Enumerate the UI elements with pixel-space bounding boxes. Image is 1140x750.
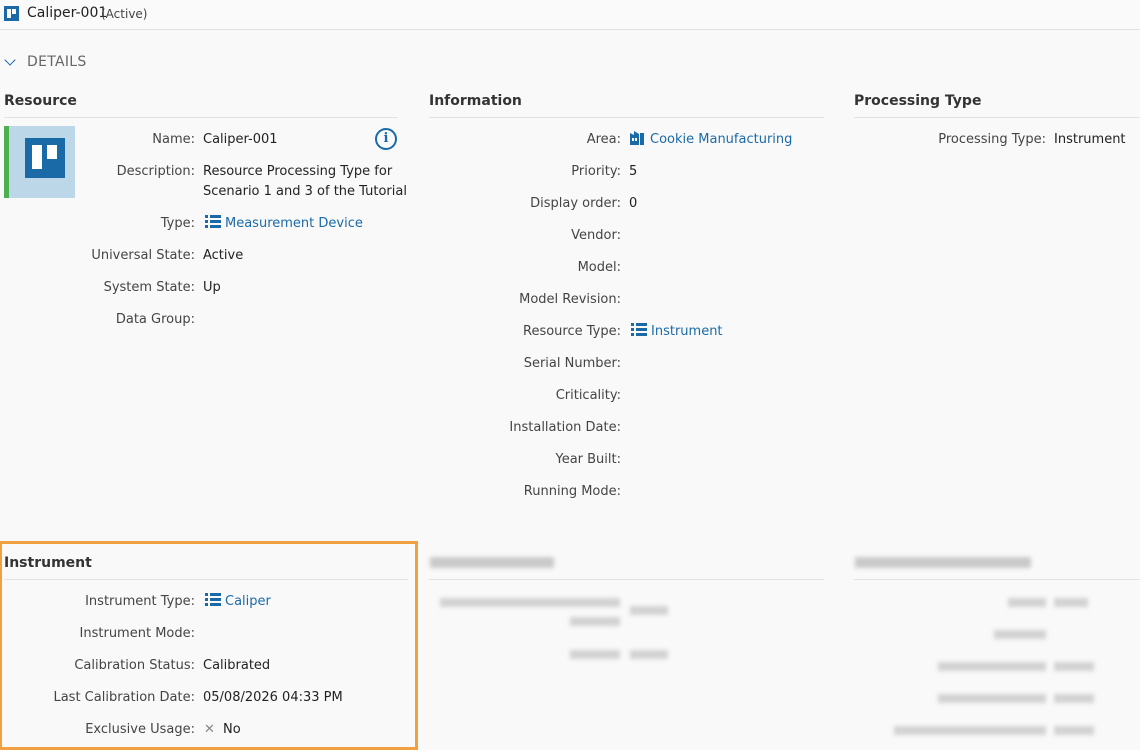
blurred-text [1054, 598, 1088, 607]
priority-row: Priority: 5 [429, 163, 829, 181]
running-mode-label: Running Mode: [523, 484, 621, 499]
universal-state-label: Universal State: [91, 248, 195, 263]
data-group-label: Data Group: [115, 312, 195, 327]
serial-number-row: Serial Number: [429, 355, 829, 373]
resource-name-row: Name: Caliper-001 [0, 131, 400, 149]
blurred-text [1054, 662, 1094, 671]
running-mode-row: Running Mode: [429, 483, 829, 501]
instrument-mode-row: Instrument Mode: [0, 625, 410, 643]
last-calibration-value: 05/08/2026 04:33 PM [203, 690, 343, 705]
blurred-text [630, 606, 668, 615]
description-label: Description: [116, 164, 195, 179]
name-label: Name: [152, 132, 195, 147]
resource-type-label: Resource Type: [523, 324, 621, 339]
system-state-value: Up [203, 280, 221, 295]
type-row: Type: Measurement Device [0, 215, 400, 233]
instrument-type-value: Caliper [225, 594, 271, 609]
vendor-row: Vendor: [429, 227, 829, 245]
exclusive-usage-row: Exclusive Usage: ✕ No [0, 721, 410, 739]
installation-date-row: Installation Date: [429, 419, 829, 437]
processing-type-section-heading: Processing Type [854, 93, 1140, 118]
resource-icon [4, 6, 19, 21]
blurred-text [1054, 694, 1094, 703]
display-order-value: 0 [629, 196, 638, 211]
blurred-heading [855, 557, 1031, 568]
name-value: Caliper-001 [203, 132, 278, 147]
display-order-label: Display order: [530, 196, 621, 211]
calibration-status-row: Calibration Status: Calibrated [0, 657, 410, 675]
display-order-row: Display order: 0 [429, 195, 829, 213]
description-value-line2: Scenario 1 and 3 of the Tutorial [203, 184, 407, 199]
area-label: Area: [586, 132, 621, 147]
processing-type-row: Processing Type: Instrument [854, 131, 1140, 149]
installation-date-label: Installation Date: [509, 420, 621, 435]
description-value-line1: Resource Processing Type for [203, 164, 393, 179]
universal-state-value: Active [203, 248, 244, 263]
instrument-type-label: Instrument Type: [85, 594, 195, 609]
criticality-row: Criticality: [429, 387, 829, 405]
factory-icon [630, 131, 644, 145]
blurred-text [1054, 726, 1094, 735]
year-built-label: Year Built: [555, 452, 621, 467]
resource-type-link[interactable]: Instrument [631, 323, 723, 341]
blurred-text [1008, 598, 1046, 607]
page-title: Caliper-001 [27, 5, 108, 21]
year-built-row: Year Built: [429, 451, 829, 469]
system-state-row: System State: Up [0, 279, 400, 297]
universal-state-row: Universal State: Active [0, 247, 400, 265]
list-icon [205, 593, 221, 607]
list-icon [205, 215, 221, 229]
processing-type-value: Instrument [1054, 132, 1126, 147]
data-group-row: Data Group: [0, 311, 400, 329]
blurred-heading [430, 557, 554, 568]
last-calibration-row: Last Calibration Date: 05/08/2026 04:33 … [0, 689, 410, 707]
processing-type-label: Processing Type: [938, 132, 1046, 147]
blurred-text [938, 662, 1046, 671]
blurred-text [994, 630, 1046, 639]
status-text: (Active) [101, 7, 148, 21]
system-state-label: System State: [103, 280, 195, 295]
model-revision-label: Model Revision: [519, 292, 621, 307]
details-label: DETAILS [27, 54, 87, 70]
blurred-text [938, 694, 1046, 703]
blurred-text [894, 726, 1046, 735]
area-value: Cookie Manufacturing [650, 132, 793, 147]
blurred-text [570, 617, 620, 626]
vendor-label: Vendor: [571, 228, 621, 243]
model-row: Model: [429, 259, 829, 277]
resource-type-value: Instrument [651, 324, 723, 339]
calibration-status-label: Calibration Status: [74, 658, 195, 673]
type-label: Type: [160, 216, 195, 231]
area-row: Area: Cookie Manufacturing [429, 131, 829, 149]
information-section-heading: Information [429, 93, 824, 118]
calibration-status-value: Calibrated [203, 658, 271, 673]
description-row: Description: Resource Processing Type fo… [0, 163, 407, 199]
instrument-type-link[interactable]: Caliper [205, 593, 271, 611]
exclusive-usage-value: No [223, 722, 241, 737]
instrument-mode-label: Instrument Mode: [79, 626, 195, 641]
instrument-type-row: Instrument Type: Caliper [0, 593, 410, 611]
close-x-icon: ✕ [204, 722, 215, 737]
title-bar: Caliper-001 (Active) [0, 0, 1140, 30]
model-label: Model: [577, 260, 621, 275]
resource-section-heading: Resource [4, 93, 398, 118]
type-value: Measurement Device [225, 216, 363, 231]
blurred-text [630, 650, 668, 659]
priority-value: 5 [629, 164, 638, 179]
resource-type-row: Resource Type: Instrument [429, 323, 829, 341]
priority-label: Priority: [571, 164, 621, 179]
area-link[interactable]: Cookie Manufacturing [630, 131, 792, 149]
last-calibration-label: Last Calibration Date: [53, 690, 195, 705]
details-toggle[interactable]: DETAILS [4, 53, 87, 71]
serial-number-label: Serial Number: [523, 356, 621, 371]
blurred-text [570, 650, 620, 659]
exclusive-usage-label: Exclusive Usage: [85, 722, 195, 737]
list-icon [631, 323, 647, 337]
model-revision-row: Model Revision: [429, 291, 829, 309]
blurred-text [440, 598, 620, 607]
criticality-label: Criticality: [555, 388, 621, 403]
type-link[interactable]: Measurement Device [205, 215, 363, 233]
instrument-section-heading: Instrument [4, 555, 408, 580]
chevron-down-icon [4, 54, 16, 66]
